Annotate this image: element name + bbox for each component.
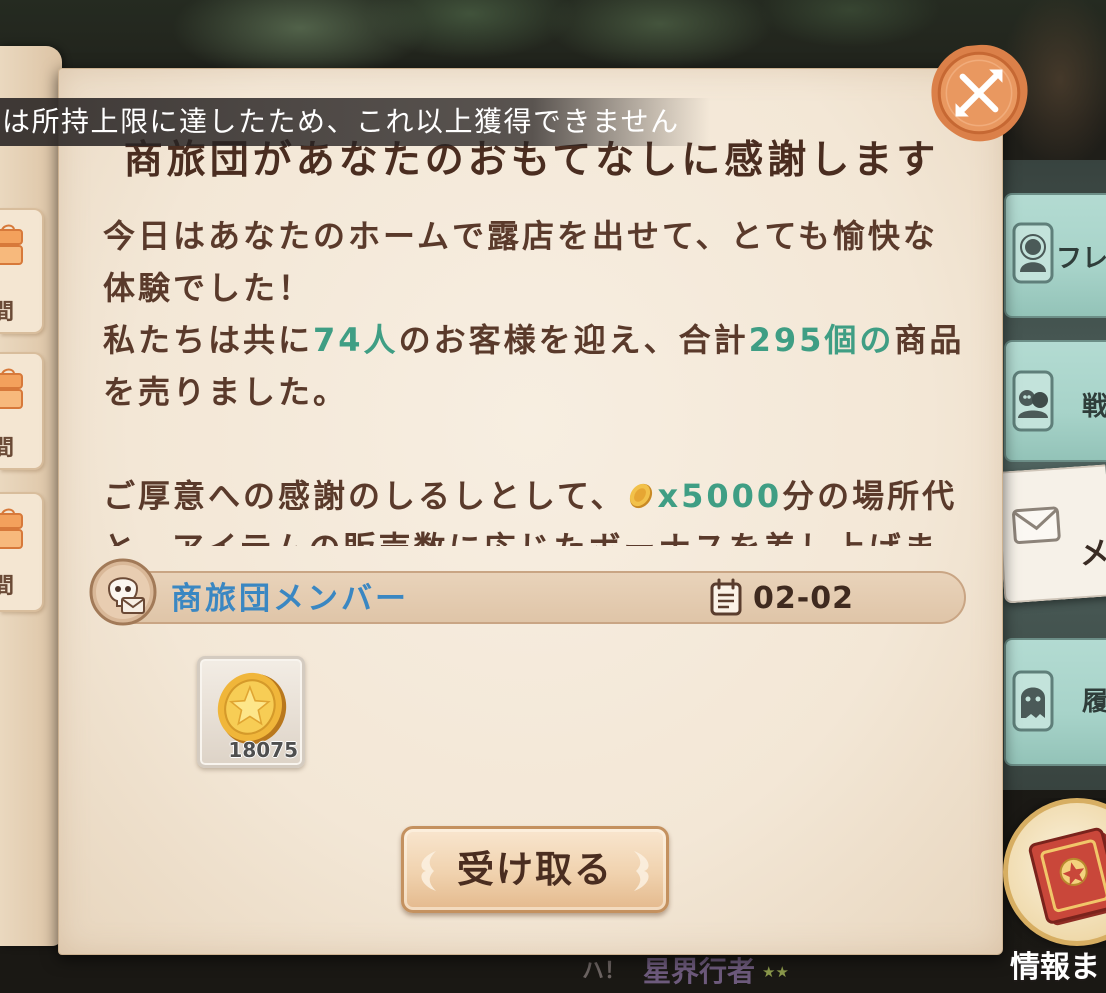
left-list-item[interactable]: 間	[0, 492, 44, 612]
mail-date: 02-02	[753, 581, 854, 616]
left-list-panel: 間 間 間	[0, 46, 62, 946]
body-text: 分の場所代	[782, 477, 958, 515]
body-text: のお客様を迎え、合計	[398, 321, 749, 359]
body-blank-line	[103, 418, 993, 470]
sender-name: 商旅団メンバー	[171, 581, 409, 617]
friend-icon	[1012, 222, 1054, 284]
tab-friends[interactable]: フレ	[1004, 193, 1106, 318]
tab-label: メ	[1078, 535, 1106, 573]
items-sold-count: 295個の	[748, 321, 895, 359]
tab-battle[interactable]: 戦	[1004, 340, 1106, 462]
fee-amount: x5000	[657, 477, 783, 515]
mail-icon	[1012, 506, 1061, 545]
body-text: 商品	[894, 321, 965, 359]
tab-label: 履	[1082, 687, 1106, 717]
left-list-label: 間	[0, 300, 14, 326]
history-icon	[1012, 670, 1054, 732]
info-button-frame	[1003, 798, 1106, 946]
tab-history[interactable]: 履	[1004, 638, 1106, 766]
gold-coin-icon	[630, 483, 653, 509]
side-tab-bar: フレ 戦 メ 履	[1000, 160, 1106, 790]
body-line: 体験でした！	[103, 269, 314, 307]
background-player-name: 星界行者	[643, 955, 756, 988]
toast-notification: は所持上限に達したため、これ以上獲得できません	[0, 98, 710, 146]
body-text: ご厚意への感謝のしるしとして、	[103, 477, 626, 515]
toast-text: は所持上限に達したため、これ以上獲得できません	[2, 105, 680, 138]
star-coin-icon	[217, 672, 287, 745]
attachment-count: 18075	[228, 738, 298, 762]
body-line: と、アイテムの販売数に応じたボーナスを差し上げま	[103, 522, 993, 546]
gift-icon	[0, 368, 23, 409]
body-line: を売りました。	[103, 373, 349, 411]
calendar-icon	[710, 578, 742, 616]
battle-icon	[1012, 370, 1054, 432]
left-list-label: 間	[0, 574, 14, 600]
mail-dialog: 商旅団があなたのおもてなしに感謝します 今日はあなたのホームで露店を出せて、とて…	[58, 68, 1003, 955]
merchant-avatar-icon	[89, 558, 157, 626]
claim-button[interactable]: 受け取る	[401, 826, 669, 913]
body-line: 今日はあなたのホームで露店を出せて、とても愉快な	[103, 217, 938, 255]
left-list-item[interactable]: 間	[0, 208, 44, 334]
mail-body-scroll[interactable]: 今日はあなたのホームで露店を出せて、とても愉快な 体験でした！ 私たちは共に74…	[103, 210, 993, 546]
tab-label: フレ	[1056, 244, 1106, 274]
background-exclaim-text: ハ！	[582, 959, 627, 984]
info-button[interactable]	[1003, 798, 1106, 948]
close-button[interactable]	[928, 42, 1030, 144]
body-text: 私たちは共に	[103, 321, 314, 359]
claim-button-label: 受け取る	[457, 848, 613, 891]
tab-mail[interactable]: メ	[1000, 464, 1106, 604]
body-line: ご厚意への感謝のしるしとして、 x5000分の場所代	[103, 470, 993, 522]
info-button-label: 情報ま	[1010, 950, 1100, 985]
attachment-item[interactable]: 18075	[197, 656, 305, 768]
left-list-label: 間	[0, 436, 14, 462]
book-icon	[1028, 827, 1106, 926]
body-line: 私たちは共に74人のお客様を迎え、合計295個の商品	[103, 314, 993, 366]
customer-count: 74人	[313, 321, 399, 359]
close-icon	[931, 44, 1028, 142]
tab-label: 戦	[1082, 392, 1106, 422]
left-list-item[interactable]: 間	[0, 352, 44, 470]
gift-icon	[0, 224, 23, 265]
gift-icon	[0, 508, 23, 549]
background-stars: ★★	[762, 963, 789, 981]
